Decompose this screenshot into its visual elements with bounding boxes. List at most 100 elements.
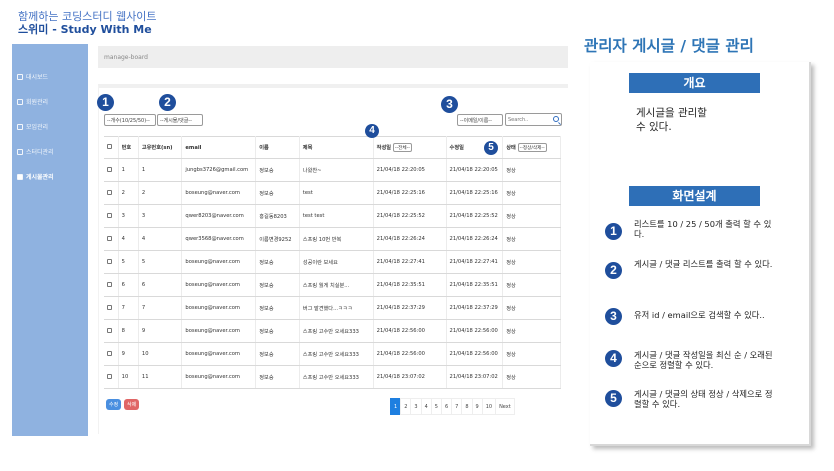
row-checkbox-cell[interactable] (104, 319, 119, 343)
row-checkbox[interactable] (107, 235, 112, 241)
search-input[interactable]: Search.. (505, 113, 562, 126)
study-icon (17, 148, 23, 155)
table-row[interactable]: 4 4 qwer3568@naver.com 이름변경9252 스프링 10번 반복 21… (104, 227, 561, 251)
cell-name: 정보승 (255, 250, 300, 274)
sidebar-item-groups[interactable]: 모임관리 (12, 114, 88, 139)
page-10[interactable]: 10 (481, 398, 497, 415)
cell-email: jungbs3726@gmail.com (181, 158, 257, 182)
col-email: email (181, 136, 257, 159)
cell-status: 정상 (502, 319, 561, 343)
row-checkbox[interactable] (107, 373, 112, 379)
design-item-3: 유저 id / email으로 검색할 수 있다.. (634, 310, 765, 320)
cell-created: 21/04/18 22:20:05 (373, 158, 447, 182)
cell-no: 1 (118, 158, 139, 182)
row-checkbox[interactable] (107, 281, 112, 287)
design-badge-4: 4 (605, 350, 622, 367)
row-checkbox[interactable] (107, 212, 112, 218)
sidebar-item-label: 스터디관리 (26, 149, 54, 156)
cell-created: 21/04/18 22:56:00 (373, 342, 447, 366)
cell-updated: 21/04/18 22:20:05 (446, 158, 504, 182)
page-next[interactable]: Next (495, 398, 515, 415)
cell-title[interactable]: 스프링 고수만 오세요333 (299, 365, 374, 389)
row-checkbox-cell[interactable] (104, 227, 119, 251)
posts-icon (17, 173, 23, 180)
table-row[interactable]: 3 3 qwer8203@naver.com 홍길동8203 test test 21/0… (104, 204, 561, 228)
table-row[interactable]: 9 10 boseung@naver.com 정보승 스프링 고수만 오세요333 21/… (104, 342, 561, 366)
row-checkbox[interactable] (107, 350, 112, 356)
table-row[interactable]: 10 11 boseung@naver.com 정보승 스프링 고수만 오세요333 21… (104, 365, 561, 389)
row-checkbox-cell[interactable] (104, 158, 119, 182)
cell-status: 정상 (502, 250, 561, 274)
callout-badge-1: 1 (97, 94, 114, 111)
row-checkbox-cell[interactable] (104, 181, 119, 205)
design-item-1: 리스트를 10 / 25 / 50개 출력 할 수 있다. (634, 219, 772, 239)
cell-no: 6 (118, 273, 139, 297)
table-row[interactable]: 6 6 boseung@naver.com 정보승 스프링 월게 치실분... 21/04… (104, 273, 561, 297)
row-checkbox[interactable] (107, 304, 112, 310)
callout-badge-4: 4 (365, 124, 379, 138)
select-all-header[interactable] (104, 136, 119, 159)
row-checkbox[interactable] (107, 258, 112, 264)
row-checkbox[interactable] (107, 327, 112, 333)
row-checkbox-cell[interactable] (104, 365, 119, 389)
cell-created: 21/04/18 22:27:41 (373, 250, 447, 274)
cell-email: boseung@naver.com (181, 250, 257, 274)
cell-no: 10 (118, 365, 139, 389)
cell-title[interactable]: 나왔찬~ (299, 158, 374, 182)
table-row[interactable]: 7 7 boseung@naver.com 정보승 버그 발견했다...ㅋㅋㅋ 21/04… (104, 296, 561, 320)
sidebar-item-posts[interactable]: 게시물관리 (12, 164, 88, 189)
cell-no: 4 (118, 227, 139, 251)
count-select[interactable]: --개수(10/25/50)-- (104, 114, 156, 126)
select-all-checkbox[interactable] (107, 144, 112, 149)
search-icon[interactable] (553, 116, 559, 122)
table-row[interactable]: 5 5 boseung@naver.com 정보승 성공이란 보세요 21/04/18 2… (104, 250, 561, 274)
cell-updated: 21/04/18 22:25:52 (446, 204, 504, 228)
delete-button[interactable]: 삭제 (124, 399, 140, 410)
dashboard-icon (17, 73, 23, 80)
status-sort-select[interactable]: --정상/삭제-- (517, 143, 547, 152)
cell-email: qwer8203@naver.com (181, 204, 257, 228)
cell-uid: 5 (138, 250, 183, 274)
type-select[interactable]: --게시물/댓글-- (157, 114, 203, 126)
cell-name: 정보승 (255, 296, 300, 320)
row-checkbox[interactable] (107, 189, 112, 195)
edit-button[interactable]: 수정 (106, 399, 122, 410)
row-checkbox-cell[interactable] (104, 342, 119, 366)
callout-badge-3: 3 (441, 96, 458, 113)
cell-title[interactable]: 스프링 월게 치실분... (299, 273, 374, 297)
cell-updated: 21/04/18 22:26:24 (446, 227, 504, 251)
cell-title[interactable]: 성공이란 보세요 (299, 250, 374, 274)
cell-title[interactable]: test (299, 181, 374, 205)
table-row[interactable]: 8 9 boseung@naver.com 정보승 스프링 고수만 오세요333 21/0… (104, 319, 561, 343)
cell-title[interactable]: test test (299, 204, 374, 228)
created-sort-select[interactable]: --전체-- (392, 143, 412, 152)
table-row[interactable]: 2 2 boseung@naver.com 정보승 test 21/04/18 22:25… (104, 181, 561, 205)
row-checkbox-cell[interactable] (104, 204, 119, 228)
search-by-select[interactable]: --이메일/이름-- (457, 114, 503, 126)
row-checkbox-cell[interactable] (104, 250, 119, 274)
cell-status: 정상 (502, 273, 561, 297)
col-created: 작성일 --전체-- (373, 136, 447, 159)
row-checkbox-cell[interactable] (104, 273, 119, 297)
sidebar-item-study[interactable]: 스터디관리 (12, 139, 88, 164)
cell-created: 21/04/18 22:56:00 (373, 319, 447, 343)
row-checkbox-cell[interactable] (104, 296, 119, 320)
table-row[interactable]: 1 1 jungbs3726@gmail.com 정보승 나왔찬~ 21/04/18 22… (104, 158, 561, 182)
cell-title[interactable]: 버그 발견했다...ㅋㅋㅋ (299, 296, 374, 320)
cell-email: boseung@naver.com (181, 296, 257, 320)
design-item-4: 게시글 / 댓글 작성일을 최신 순 / 오래된 순으로 정렬할 수 있다. (634, 350, 773, 370)
cell-title[interactable]: 스프링 고수만 오세요333 (299, 342, 374, 366)
sidebar-item-members[interactable]: 회원관리 (12, 89, 88, 114)
cell-uid: 11 (138, 365, 183, 389)
cell-email: boseung@naver.com (181, 319, 257, 343)
cell-title[interactable]: 스프링 고수만 오세요333 (299, 319, 374, 343)
overview-heading: 개요 (629, 73, 760, 93)
cell-title[interactable]: 스프링 10번 반복 (299, 227, 374, 251)
cell-updated: 21/04/18 22:56:00 (446, 342, 504, 366)
sidebar-item-dashboard[interactable]: 대시보드 (12, 64, 88, 89)
design-item-5: 게시글 / 댓글의 상태 정상 / 삭제으로 정렬할 수 있다. (634, 389, 773, 409)
cell-updated: 21/04/18 22:35:51 (446, 273, 504, 297)
col-uid: 고유번호(sn) (138, 136, 183, 159)
cell-no: 5 (118, 250, 139, 274)
row-checkbox[interactable] (107, 166, 112, 172)
